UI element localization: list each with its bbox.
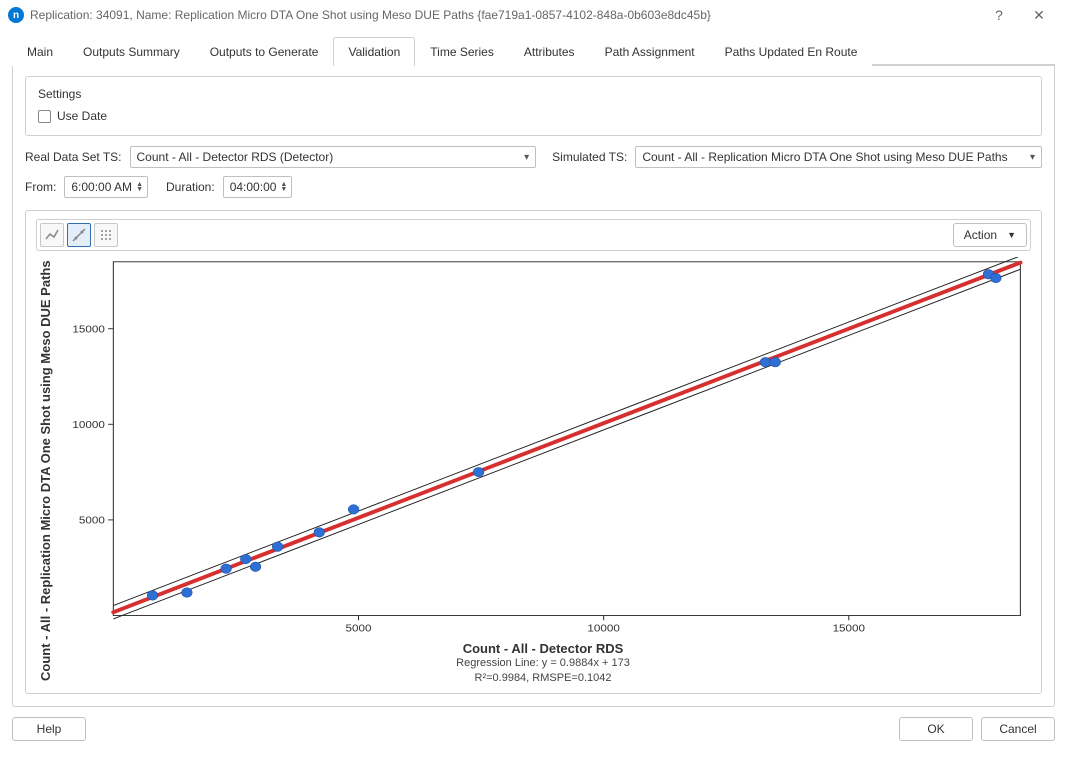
real-ts-label: Real Data Set TS: [25, 150, 122, 164]
svg-text:15000: 15000 [72, 324, 104, 335]
help-button[interactable]: Help [12, 717, 86, 741]
regression-text: Regression Line: y = 0.9884x + 173 [55, 656, 1031, 670]
tab-paths-updated[interactable]: Paths Updated En Route [710, 37, 873, 66]
action-button[interactable]: Action ▼ [953, 223, 1027, 247]
ok-button[interactable]: OK [899, 717, 973, 741]
svg-text:5000: 5000 [79, 515, 105, 526]
duration-value: 04:00:00 [230, 180, 277, 194]
r2-text: R²=0.9984, RMSPE=0.1042 [55, 671, 1031, 685]
scatter-plot: 5000 10000 15000 5000 10000 15000 [55, 257, 1031, 639]
tab-path-assignment[interactable]: Path Assignment [590, 37, 710, 66]
sim-ts-value: Count - All - Replication Micro DTA One … [642, 150, 1007, 164]
tab-outputs-to-generate[interactable]: Outputs to Generate [195, 37, 334, 66]
duration-input[interactable]: 04:00:00 ▲▼ [223, 176, 293, 198]
svg-text:10000: 10000 [72, 420, 104, 431]
use-date-label: Use Date [57, 109, 107, 123]
help-button[interactable]: ? [979, 7, 1019, 23]
cancel-button[interactable]: Cancel [981, 717, 1055, 741]
real-ts-value: Count - All - Detector RDS (Detector) [137, 150, 334, 164]
spinner-arrows-icon: ▲▼ [136, 182, 143, 192]
chevron-down-icon: ▾ [1030, 152, 1035, 163]
svg-text:5000: 5000 [346, 623, 372, 634]
from-time-input[interactable]: 6:00:00 AM ▲▼ [64, 176, 148, 198]
from-time-value: 6:00:00 AM [71, 180, 132, 194]
settings-group: Settings Use Date [25, 76, 1042, 136]
tab-attributes[interactable]: Attributes [509, 37, 590, 66]
tab-main[interactable]: Main [12, 37, 68, 66]
scatter-chart-icon[interactable] [67, 223, 91, 247]
spinner-arrows-icon: ▲▼ [280, 182, 287, 192]
titlebar: n Replication: 34091, Name: Replication … [0, 0, 1067, 30]
svg-text:15000: 15000 [833, 623, 865, 634]
x-axis-label: Count - All - Detector RDS [55, 641, 1031, 656]
real-ts-select[interactable]: Count - All - Detector RDS (Detector) ▾ [130, 146, 537, 168]
tab-bar: Main Outputs Summary Outputs to Generate… [12, 36, 1055, 66]
from-label: From: [25, 180, 56, 194]
action-label: Action [964, 228, 997, 242]
settings-legend: Settings [34, 87, 85, 101]
chart-panel: Action ▼ Count - All - Replication Micro… [25, 210, 1042, 694]
tab-outputs-summary[interactable]: Outputs Summary [68, 37, 195, 66]
sim-ts-label: Simulated TS: [552, 150, 627, 164]
sim-ts-select[interactable]: Count - All - Replication Micro DTA One … [635, 146, 1042, 168]
tab-validation[interactable]: Validation [333, 37, 415, 66]
checkbox-box [38, 110, 51, 123]
close-button[interactable]: ✕ [1019, 7, 1059, 24]
chevron-down-icon: ▼ [1007, 230, 1016, 240]
app-icon: n [8, 7, 24, 23]
duration-label: Duration: [166, 180, 215, 194]
svg-text:10000: 10000 [587, 623, 619, 634]
use-date-checkbox[interactable]: Use Date [38, 109, 1029, 123]
grid-chart-icon[interactable] [94, 223, 118, 247]
tab-time-series[interactable]: Time Series [415, 37, 509, 66]
chevron-down-icon: ▾ [524, 152, 529, 163]
window-title: Replication: 34091, Name: Replication Mi… [30, 8, 979, 22]
y-axis-label: Count - All - Replication Micro DTA One … [36, 257, 55, 685]
chart-toolbar: Action ▼ [36, 219, 1031, 251]
line-chart-icon[interactable] [40, 223, 64, 247]
